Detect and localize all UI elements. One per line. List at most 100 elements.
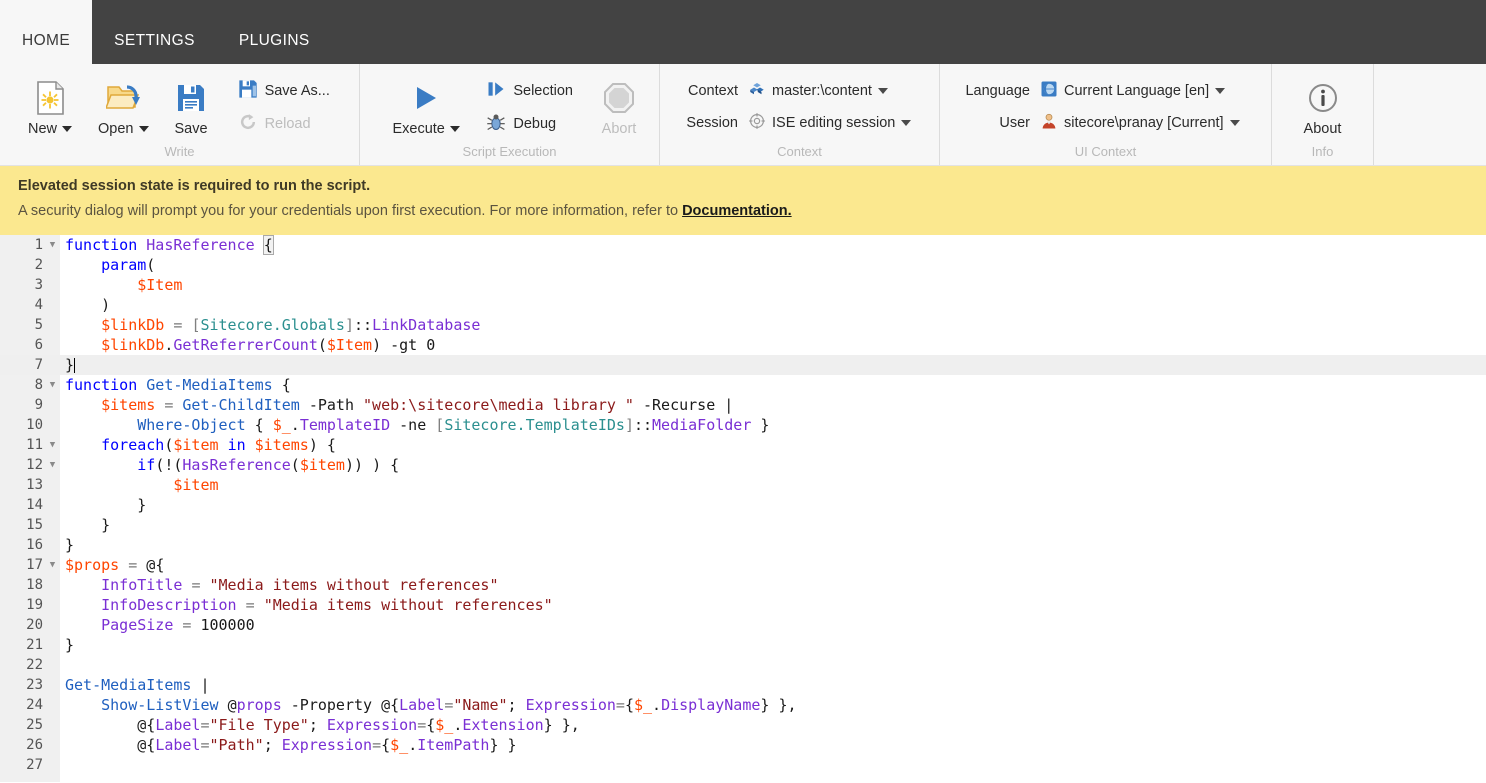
fold-toggle-icon[interactable]: ▼ — [45, 375, 60, 395]
line-number: 7 — [34, 357, 43, 373]
line-number: 15 — [26, 517, 43, 533]
editor-line[interactable]: 27 — [0, 755, 1486, 775]
session-value-text: ISE editing session — [772, 115, 896, 131]
user-value-dropdown[interactable]: sitecore\pranay [Current] — [1040, 112, 1240, 134]
editor-line[interactable]: 19 InfoDescription = "Media items withou… — [0, 595, 1486, 615]
editor-line[interactable]: 23 Get-MediaItems | — [0, 675, 1486, 695]
editor-line[interactable]: 7} — [0, 355, 1486, 375]
new-button[interactable]: New — [18, 76, 82, 139]
editor-line[interactable]: 21} — [0, 635, 1486, 655]
ribbon-group-ui-context-label: UI Context — [1074, 144, 1137, 159]
editor-line[interactable]: 17 ▼ $props = @{ — [0, 555, 1486, 575]
selection-button-label: Selection — [513, 82, 573, 99]
line-number: 1 — [34, 237, 43, 253]
fold-toggle-icon[interactable]: ▼ — [45, 555, 60, 575]
reload-button-label: Reload — [264, 115, 311, 132]
editor-line[interactable]: 6 $linkDb.GetReferrerCount($Item) -gt 0 — [0, 335, 1486, 355]
editor-line[interactable]: 10 Where-Object { $_.TemplateID -ne [Sit… — [0, 415, 1486, 435]
new-button-label: New — [28, 120, 58, 137]
tab-home-label: HOME — [22, 32, 71, 49]
language-row: Language Current Language [en] — [958, 78, 1240, 104]
ribbon-group-context-label: Context — [777, 144, 822, 159]
documentation-link[interactable]: Documentation. — [682, 203, 792, 219]
banner-title: Elevated session state is required to ru… — [18, 178, 371, 194]
editor-line[interactable]: 24 Show-ListView @props -Property @{Labe… — [0, 695, 1486, 715]
editor-line[interactable]: 14 } — [0, 495, 1486, 515]
editor-line[interactable]: 11 ▼ foreach($item in $items) { — [0, 435, 1486, 455]
editor-line[interactable]: 26 @{Label="Path"; Expression={$_.ItemPa… — [0, 735, 1486, 755]
fold-toggle-icon[interactable]: ▼ — [45, 235, 60, 255]
tab-home[interactable]: HOME — [0, 0, 93, 64]
fold-toggle-icon[interactable]: ▼ — [45, 455, 60, 475]
open-button[interactable]: Open — [88, 76, 158, 139]
user-label: User — [999, 115, 1030, 131]
save-button[interactable]: Save — [165, 76, 218, 139]
line-source: Get-MediaItems | — [65, 676, 210, 694]
chevron-down-icon[interactable] — [449, 125, 460, 132]
editor-code-area[interactable]: 1 ▼ function HasReference {2 param(3 $Item… — [0, 235, 1486, 775]
chevron-down-icon[interactable] — [877, 88, 888, 94]
line-number: 8 — [34, 377, 43, 393]
selection-button[interactable]: Selection — [480, 76, 579, 106]
line-source: function Get-MediaItems { — [65, 376, 291, 394]
editor-line[interactable]: 20 PageSize = 100000 — [0, 615, 1486, 635]
line-source: @{Label="Path"; Expression={$_.ItemPath}… — [137, 736, 517, 754]
line-number: 24 — [26, 697, 43, 713]
debug-button[interactable]: Debug — [480, 109, 579, 139]
save-as-button-label: Save As... — [264, 82, 330, 99]
fold-toggle-icon[interactable]: ▼ — [45, 435, 60, 455]
line-number: 10 — [26, 417, 43, 433]
line-source: InfoTitle = "Media items without referen… — [101, 576, 499, 594]
tab-bar: HOME SETTINGS PLUGINS — [0, 0, 1486, 64]
execute-button[interactable]: Execute — [386, 76, 466, 139]
chevron-down-icon[interactable] — [138, 125, 149, 132]
editor-line[interactable]: 25 @{Label="File Type"; Expression={$_.E… — [0, 715, 1486, 735]
ribbon-filler — [1374, 64, 1486, 165]
editor-line[interactable]: 12 ▼ if(!(HasReference($item)) ) { — [0, 455, 1486, 475]
language-value-dropdown[interactable]: Current Language [en] — [1040, 80, 1226, 102]
tab-settings[interactable]: SETTINGS — [92, 0, 217, 64]
chevron-down-icon[interactable] — [901, 120, 912, 126]
line-number: 20 — [26, 617, 43, 633]
editor-line[interactable]: 15 } — [0, 515, 1486, 535]
chevron-down-icon[interactable] — [62, 125, 73, 132]
open-button-label: Open — [98, 120, 134, 137]
editor-line[interactable]: 22 — [0, 655, 1486, 675]
context-value-dropdown[interactable]: master:\content — [748, 80, 888, 102]
elevated-session-banner: Elevated session state is required to ru… — [0, 166, 1486, 235]
ribbon-group-info: About Info — [1272, 64, 1374, 165]
line-number: 25 — [26, 717, 43, 733]
editor-line[interactable]: 4 ) — [0, 295, 1486, 315]
line-number: 17 — [26, 557, 43, 573]
editor-line[interactable]: 13 $item — [0, 475, 1486, 495]
line-source: } — [65, 636, 75, 654]
context-row: Context master:\content — [678, 78, 911, 104]
save-as-button[interactable]: Save As... — [232, 76, 336, 106]
about-button[interactable]: About — [1294, 76, 1352, 139]
floppy-disk-plus-icon — [238, 79, 258, 103]
script-editor[interactable]: 1 ▼ function HasReference {2 param(3 $Item… — [0, 235, 1486, 782]
save-button-label: Save — [174, 120, 208, 137]
line-source: } — [65, 356, 76, 374]
session-value-dropdown[interactable]: ISE editing session — [748, 112, 912, 134]
editor-line[interactable]: 1 ▼ function HasReference { — [0, 235, 1486, 255]
editor-line[interactable]: 2 param( — [0, 255, 1486, 275]
editor-line[interactable]: 5 $linkDb = [Sitecore.Globals]::LinkData… — [0, 315, 1486, 335]
editor-line[interactable]: 18 InfoTitle = "Media items without refe… — [0, 575, 1486, 595]
editor-line[interactable]: 16} — [0, 535, 1486, 555]
banner-text: A security dialog will prompt you for yo… — [18, 203, 1468, 219]
line-source: if(!(HasReference($item)) ) { — [137, 456, 400, 474]
chevron-down-icon[interactable] — [1229, 120, 1240, 126]
tab-plugins[interactable]: PLUGINS — [217, 0, 332, 64]
chevron-down-icon[interactable] — [1215, 88, 1226, 94]
editor-line[interactable]: 9 $items = Get-ChildItem -Path "web:\sit… — [0, 395, 1486, 415]
editor-line[interactable]: 8 ▼ function Get-MediaItems { — [0, 375, 1486, 395]
line-number: 23 — [26, 677, 43, 693]
execute-button-label: Execute — [392, 120, 445, 137]
line-source: Where-Object { $_.TemplateID -ne [Siteco… — [137, 416, 770, 434]
editor-line[interactable]: 3 $Item — [0, 275, 1486, 295]
line-number: 5 — [34, 317, 43, 333]
line-source: $props = @{ — [65, 556, 165, 574]
ribbon-group-info-label: Info — [1311, 144, 1334, 159]
ribbon-group-script-execution: Execute Selection Debug Abort Script Exe… — [360, 64, 660, 165]
